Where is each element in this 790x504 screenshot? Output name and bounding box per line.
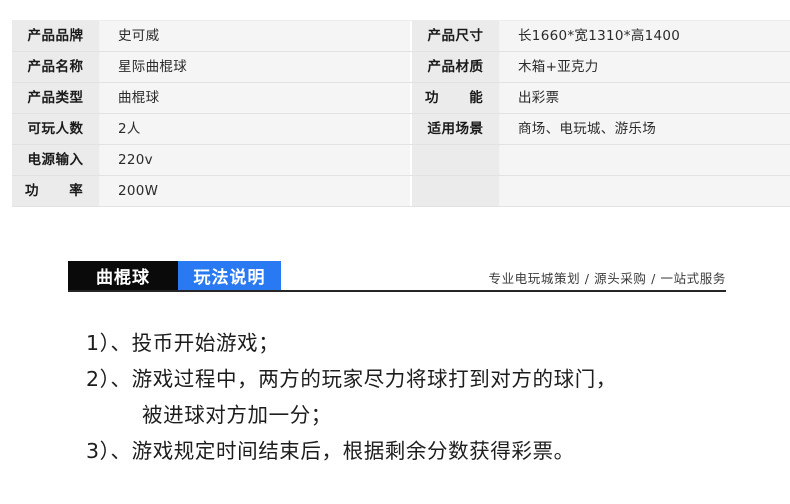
spec-value-cell: 曲棍球 [99, 82, 410, 114]
spec-label-text: 产品尺寸 [427, 27, 484, 44]
spec-label-cell: 产品品牌 [12, 20, 100, 52]
spec-label-text: 电源输入 [27, 151, 84, 168]
spec-value-cell: 出彩票 [499, 82, 790, 114]
spec-label-cell: 功 率 [12, 175, 100, 207]
tab-product-name[interactable]: 曲棍球 [68, 261, 178, 290]
spec-label-cell-empty [412, 144, 500, 176]
table-row: 可玩人数 2人 适用场景 商场、电玩城、游乐场 [12, 113, 790, 145]
list-item: 2）、游戏过程中，两方的玩家尽力将球打到对方的球门， [86, 367, 617, 391]
spec-value-cell: 星际曲棍球 [99, 51, 410, 83]
spec-label-cell: 可玩人数 [12, 113, 100, 145]
spec-label-text: 产品类型 [27, 89, 84, 106]
spec-label-cell: 产品尺寸 [412, 20, 500, 52]
spec-label-text: 适用场景 [427, 120, 484, 137]
product-spec-table: 产品品牌 史可威 产品尺寸 长1660*宽1310*高1400 产品名称 星际曲… [12, 20, 790, 207]
spec-value-cell: 200W [99, 175, 410, 207]
spec-value-cell-empty [499, 175, 790, 207]
spec-value-cell-empty [499, 144, 790, 176]
tab-gameplay-instructions[interactable]: 玩法说明 [178, 261, 281, 290]
spec-label-text: 功 率 [25, 182, 96, 199]
gameplay-rules-list: 1）、投币开始游戏； 2）、游戏过程中，两方的玩家尽力将球打到对方的球门， 被进… [86, 325, 756, 469]
spec-label-cell-empty [412, 175, 500, 207]
spec-label-cell: 适用场景 [412, 113, 500, 145]
section-header: 曲棍球 玩法说明 专业电玩城策划 / 源头采购 / 一站式服务 [68, 261, 726, 292]
list-item: 3）、游戏规定时间结束后，根据剩余分数获得彩票。 [86, 439, 575, 463]
spec-label-cell: 功 能 [412, 82, 500, 114]
spec-value-cell: 木箱+亚克力 [499, 51, 790, 83]
table-row: 功 率 200W [12, 175, 790, 207]
spec-value-cell: 220v [99, 144, 410, 176]
list-item: 1）、投币开始游戏； [86, 331, 280, 355]
list-item-continuation: 被进球对方加一分； [142, 403, 332, 427]
spec-value-cell: 长1660*宽1310*高1400 [499, 20, 790, 52]
spec-label-text: 功 能 [425, 89, 496, 106]
section-header-tabs: 曲棍球 玩法说明 [68, 261, 281, 290]
table-row: 产品类型 曲棍球 功 能 出彩票 [12, 82, 790, 114]
spec-value-cell: 史可威 [99, 20, 410, 52]
table-row: 产品名称 星际曲棍球 产品材质 木箱+亚克力 [12, 51, 790, 83]
spec-label-text: 产品材质 [427, 58, 484, 75]
spec-label-cell: 电源输入 [12, 144, 100, 176]
table-row: 电源输入 220v [12, 144, 790, 176]
section-header-tagline: 专业电玩城策划 / 源头采购 / 一站式服务 [488, 271, 726, 286]
spec-label-text: 可玩人数 [27, 120, 84, 137]
spec-label-text: 产品名称 [27, 58, 84, 75]
spec-label-text: 产品品牌 [27, 27, 84, 44]
spec-label-cell: 产品类型 [12, 82, 100, 114]
spec-value-cell: 2人 [99, 113, 410, 145]
table-row: 产品品牌 史可威 产品尺寸 长1660*宽1310*高1400 [12, 20, 790, 52]
spec-label-cell: 产品材质 [412, 51, 500, 83]
spec-value-cell: 商场、电玩城、游乐场 [499, 113, 790, 145]
spec-label-cell: 产品名称 [12, 51, 100, 83]
section-header-underline [68, 290, 726, 292]
